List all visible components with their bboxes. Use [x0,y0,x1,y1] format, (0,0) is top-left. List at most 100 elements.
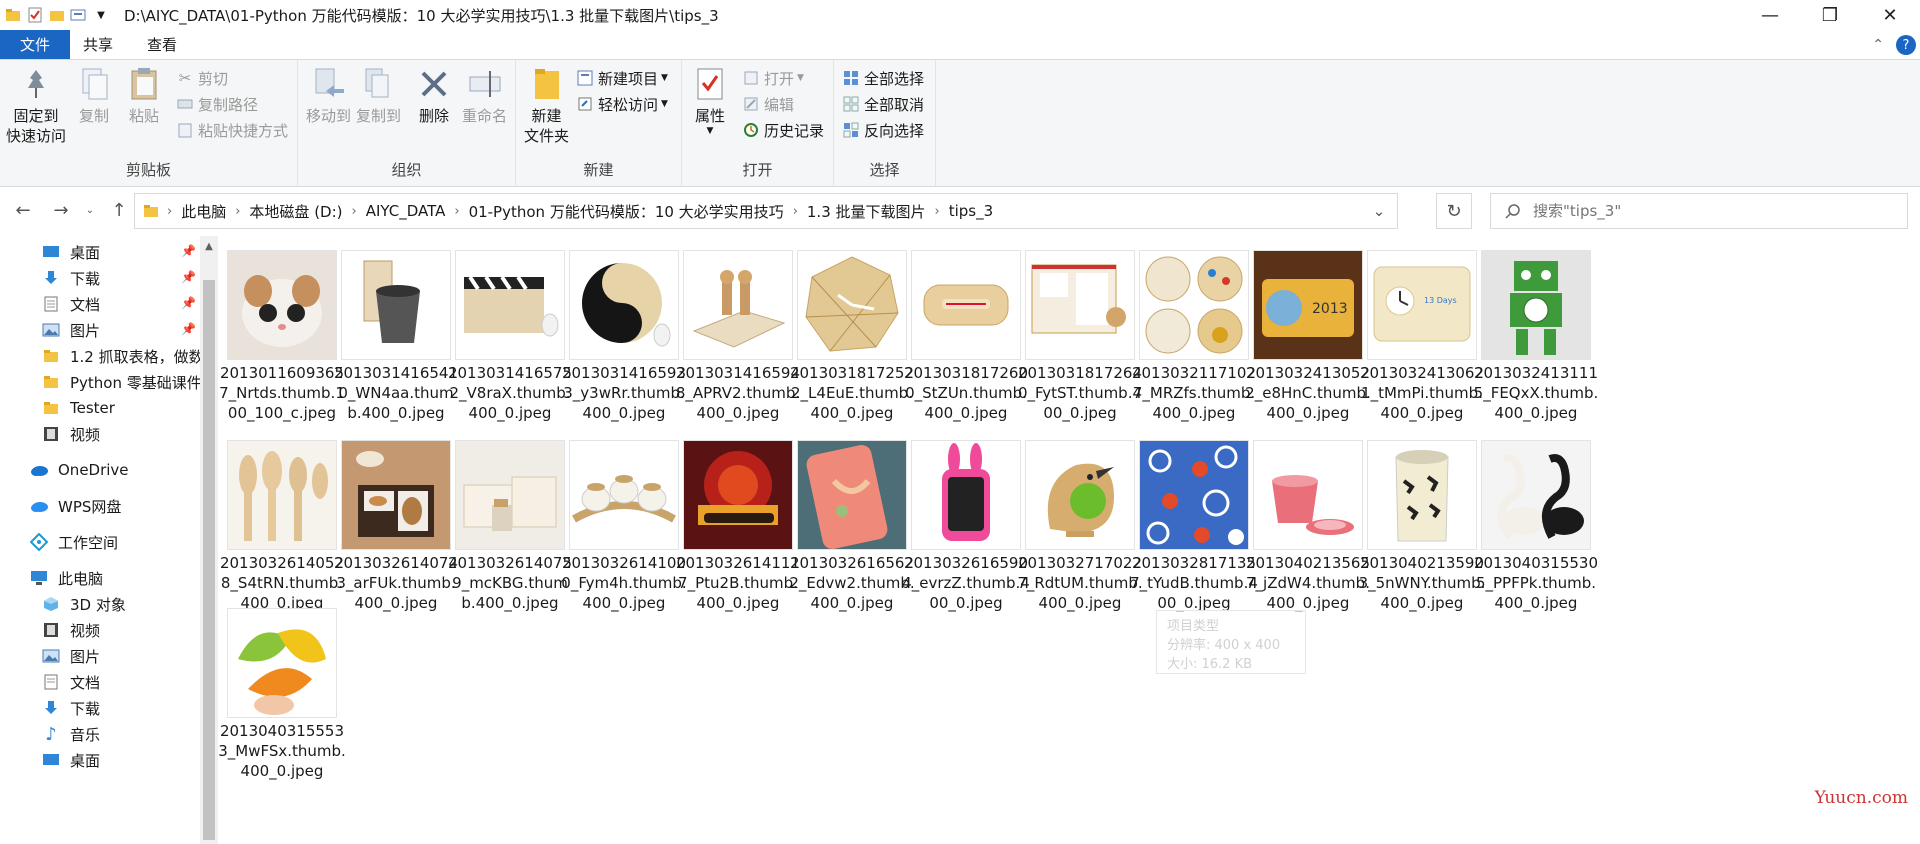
minimize-button[interactable]: — [1740,0,1800,30]
picture-icon [40,646,62,666]
copy-to-icon [361,66,397,102]
sidebar-item-label: 音乐 [70,725,101,744]
breadcrumb-batch-download[interactable]: 1.3 批量下载图片 [798,201,935,222]
tab-share[interactable]: 共享 [66,30,130,60]
rename-button[interactable]: 重命名 [462,66,507,126]
navigation-bar: ← → ⌄ ↑ › 此电脑 › 本地磁盘 (D:) › AIYC_DATA › … [0,187,1920,233]
sidebar-item-music[interactable]: ♪ 音乐 [0,720,200,748]
breadcrumb-this-pc[interactable]: 此电脑 [172,201,235,222]
file-item[interactable]: 20130403155305_PPFPk.thumb.400_0.jpeg [1468,440,1604,613]
file-name: 20130328171357_tYudB.thumb.400_0.jpeg [1130,554,1258,612]
tab-file[interactable]: 文件 [0,30,70,60]
sidebar-item-folder-1-2[interactable]: 1.2 抓取表格，做数据 [0,342,200,370]
breadcrumb-aiyc-data[interactable]: AIYC_DATA [357,202,455,220]
pin-icon[interactable]: 📌 [181,244,196,258]
copy-to-button[interactable]: 复制到 [356,66,401,126]
open-button[interactable]: 打开 ▼ [742,66,804,90]
file-name: 20130326141117_Ptu2B.thumb.400_0.jpeg [675,554,801,612]
pin-quick-access-button[interactable]: 固定到 快速访问 [6,66,66,146]
address-bar[interactable]: › 此电脑 › 本地磁盘 (D:) › AIYC_DATA › 01-Pytho… [134,193,1398,229]
organize-group: 移动到 复制到 删除 重命名 组织 [298,60,516,186]
invert-selection-button[interactable]: 反向选择 [842,118,924,142]
sidebar-item-pc-pictures[interactable]: 图片 [0,642,200,670]
search-box[interactable] [1490,193,1908,229]
tab-view[interactable]: 查看 [130,30,194,60]
ribbon-controls: ⌃ ? [1872,30,1920,60]
folder-icon [40,398,62,418]
move-to-button[interactable]: 移动到 [306,66,351,126]
sidebar-item-3d-objects[interactable]: 3D 对象 [0,590,200,618]
new-group: 新建 文件夹 新建项目 ▼ 轻松访问 ▼ 新建 [516,60,682,186]
forward-arrow-icon[interactable]: → [46,195,76,225]
scissors-icon: ✂ [178,69,192,87]
breadcrumb-tips-3[interactable]: tips_3 [940,202,1002,220]
file-item[interactable]: 20130403155533_MwFSx.thumb.400_0.jpeg [214,608,350,781]
sidebar-item-pc-videos[interactable]: 视频 [0,616,200,644]
recent-chevron-icon[interactable]: ⌄ [80,195,100,225]
sidebar-item-documents[interactable]: 文档 📌 [0,290,200,318]
delete-button[interactable]: 删除 [416,66,452,126]
paste-shortcut-icon [176,121,194,139]
properties-button[interactable]: 属性 ▼ [692,66,728,136]
sidebar-item-pc-documents[interactable]: 文档 [0,668,200,696]
breadcrumb-drive[interactable]: 本地磁盘 (D:) [240,201,351,222]
pin-label-1: 固定到 [13,107,59,125]
edit-button[interactable]: 编辑 [742,92,794,116]
new-folder-button[interactable]: 新建 文件夹 [524,66,569,146]
paste-shortcut-button[interactable]: 粘贴快捷方式 [176,118,288,142]
sidebar-item-videos[interactable]: 视频 [0,420,200,448]
sidebar-item-tester[interactable]: Tester [0,394,200,422]
pin-icon[interactable]: 📌 [181,322,196,336]
paste-button[interactable]: 粘贴 [126,66,162,126]
collapse-ribbon-icon[interactable]: ⌃ [1872,37,1884,53]
file-name: 20130314165933_y3wRr.thumb.400_0.jpeg [561,364,687,422]
new-item-button[interactable]: 新建项目 ▼ [576,66,668,90]
sidebar-item-onedrive[interactable]: OneDrive [0,456,200,484]
sidebar-item-workspace[interactable]: 工作空间 [0,528,200,556]
sidebar-item-label: 文档 [70,295,101,314]
easy-access-button[interactable]: 轻松访问 ▼ [576,92,668,116]
pin-icon[interactable]: 📌 [181,296,196,310]
cut-button[interactable]: ✂ 剪切 [176,66,228,90]
help-icon[interactable]: ? [1896,35,1916,55]
back-arrow-icon[interactable]: ← [8,195,38,225]
refresh-icon[interactable]: ↻ [1436,193,1472,229]
tooltip-resolution: 分辨率: 400 x 400 [1167,638,1281,653]
new-folder-label-1: 新建 [531,107,562,125]
copy-path-button[interactable]: 复制路径 [176,92,258,116]
maximize-button[interactable]: ❐ [1800,0,1860,30]
sidebar-item-pc-downloads[interactable]: 下载 [0,694,200,722]
search-input[interactable] [1533,202,1873,220]
sidebar-item-pictures[interactable]: 图片 📌 [0,316,200,344]
properties-icon[interactable] [24,4,46,26]
file-name: 20130324130522_e8HnC.thumb.400_0.jpeg [1245,364,1371,422]
sidebar-item-label: 工作空间 [58,533,119,552]
select-group-label: 选择 [869,161,900,179]
up-arrow-icon[interactable]: ↑ [104,195,134,225]
sidebar-item-this-pc[interactable]: 此电脑 [0,564,200,592]
sidebar-item-downloads[interactable]: 下载 📌 [0,264,200,292]
select-none-button[interactable]: 全部取消 [842,92,924,116]
customize-icon[interactable] [68,4,90,26]
copy-path-icon [176,95,194,113]
new-folder-icon[interactable] [46,4,68,26]
desk-clock-photo: 2013 [1253,250,1363,360]
window-title: D:\AIYC_DATA\01-Python 万能代码模版：10 大必学实用技巧… [124,6,719,25]
sidebar-item-desktop[interactable]: 桌面 📌 [0,238,200,266]
sidebar-item-wps[interactable]: WPS网盘 [0,492,200,520]
select-all-button[interactable]: 全部选择 [842,66,924,90]
sidebar-item-label: 下载 [70,269,101,288]
breadcrumb-python-templates[interactable]: 01-Python 万能代码模版：10 大必学实用技巧 [460,201,793,222]
history-button[interactable]: 历史记录 [742,118,824,142]
wood-clock-photo [797,250,907,360]
copy-button[interactable]: 复制 [76,66,112,126]
sidebar-item-python-course[interactable]: Python 零基础课件 [0,368,200,396]
picture-icon [40,320,62,340]
chevron-down-icon[interactable]: ▼ [90,4,112,26]
sidebar-item-pc-desktop[interactable]: 桌面 [0,746,200,774]
close-button[interactable]: ✕ [1860,0,1920,30]
sidebar-item-label: 此电脑 [58,569,104,588]
chevron-down-icon[interactable]: ⌄ [1361,194,1397,228]
file-item[interactable]: 20130324131115_FEQxX.thumb.400_0.jpeg [1468,250,1604,423]
pin-icon[interactable]: 📌 [181,270,196,284]
